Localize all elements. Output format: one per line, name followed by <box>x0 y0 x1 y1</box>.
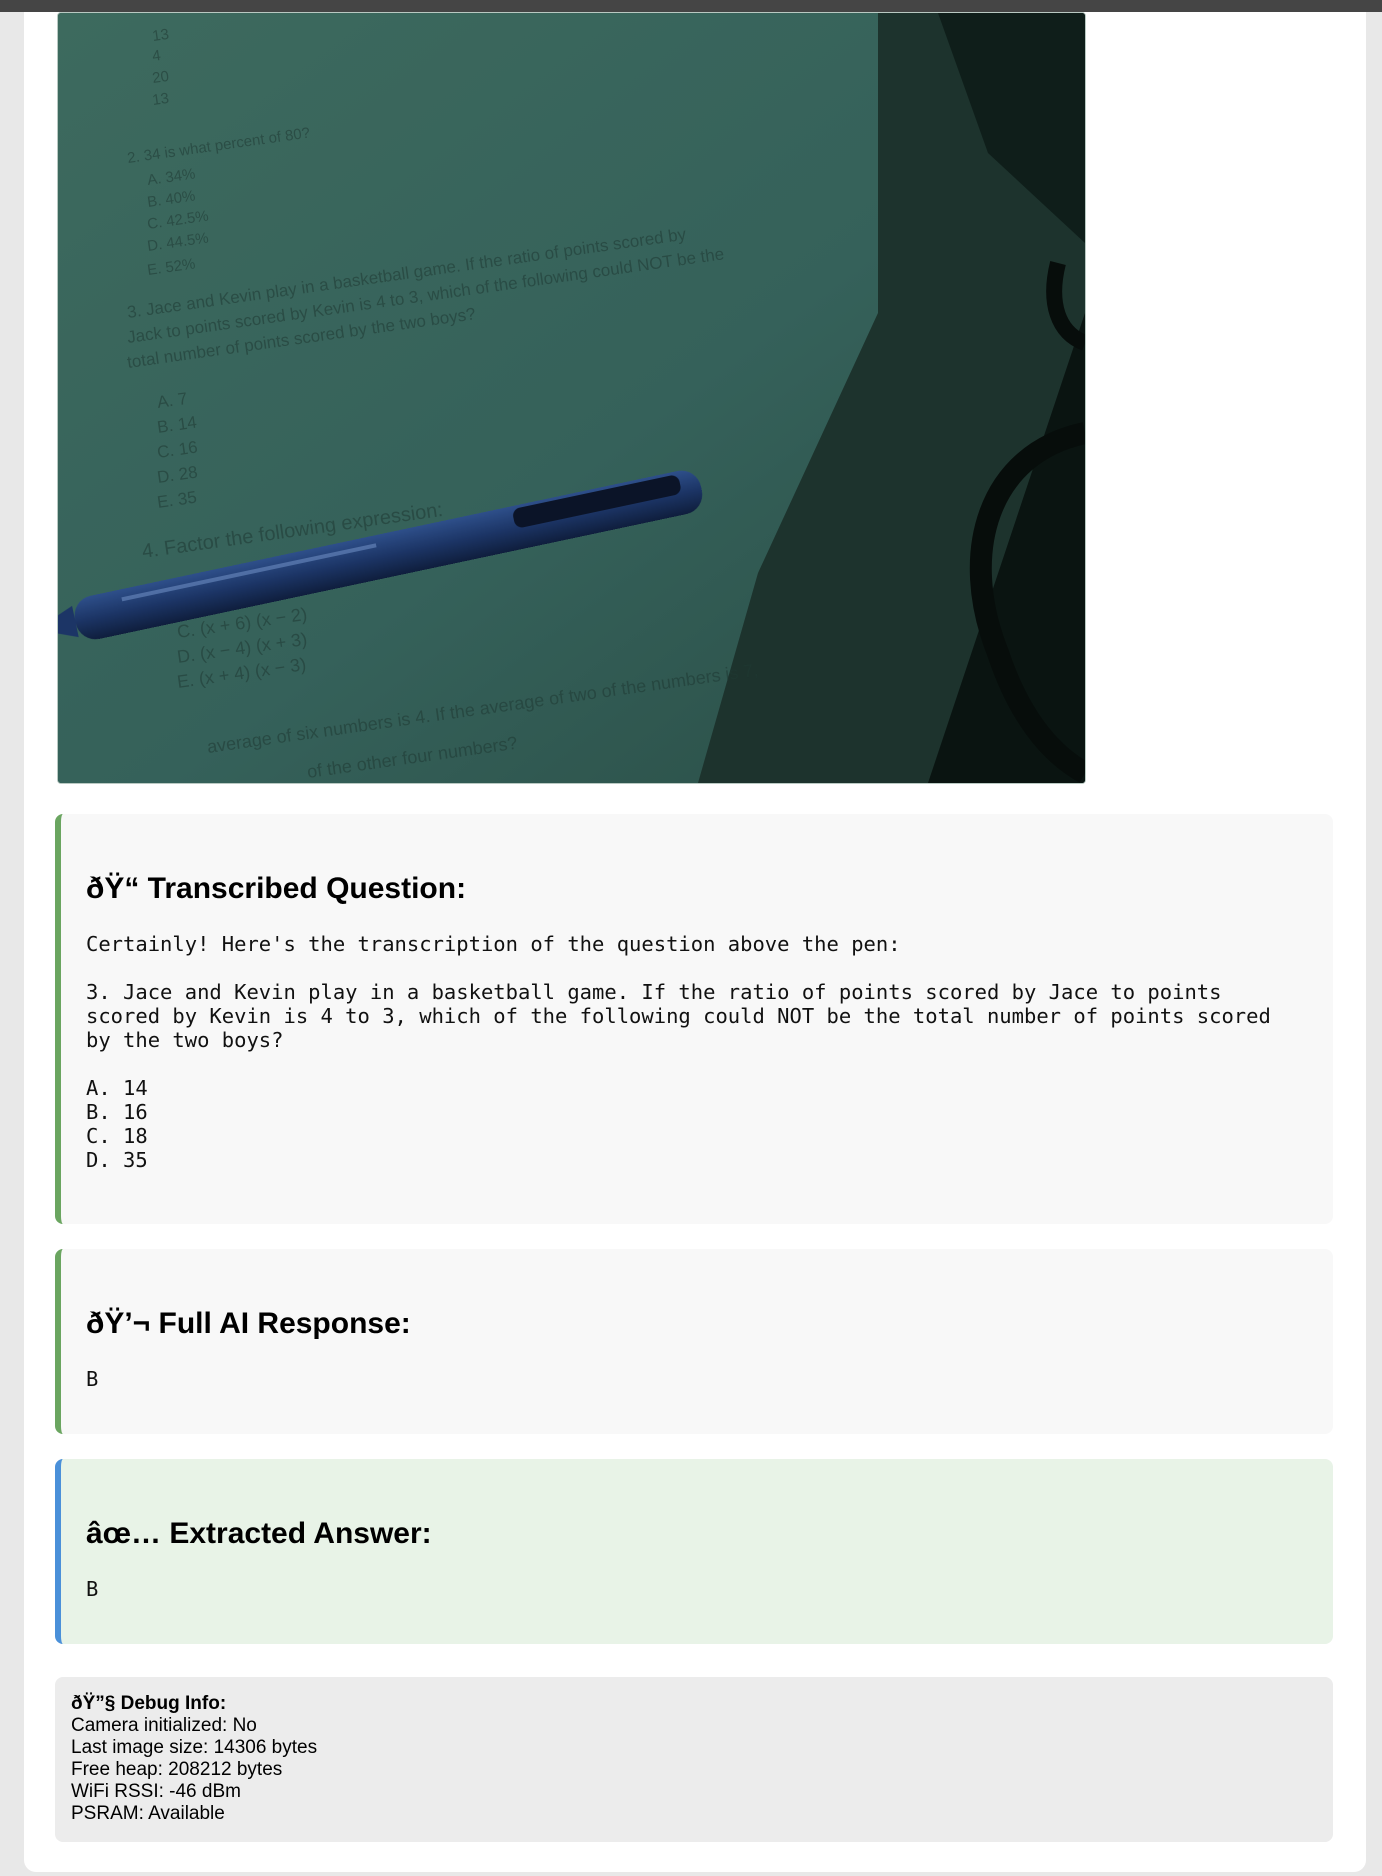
transcribed-question-section: ðŸ“ Transcribed Question: Certainly! Her… <box>55 814 1333 1224</box>
paper-text-line: 13 <box>151 90 170 109</box>
full-ai-response-text: B <box>86 1367 99 1391</box>
page-container: 13 4 20 13 2. 34 is what percent of 80? A. 34… <box>24 12 1366 1872</box>
debug-line-image-size: Last image size: 14306 bytes <box>71 1737 318 1758</box>
debug-line-psram: PSRAM: Available <box>71 1803 225 1824</box>
full-ai-response-section: ðŸ’¬ Full AI Response: B <box>55 1249 1333 1434</box>
extracted-answer-section: âœ… Extracted Answer: B <box>55 1459 1333 1644</box>
paper-text-line: 13 <box>151 26 170 45</box>
transcribed-question-title: ðŸ“ Transcribed Question: <box>86 872 467 905</box>
full-ai-response-title: ðŸ’¬ Full AI Response: <box>86 1307 411 1340</box>
paper-text-line: 20 <box>151 68 170 87</box>
debug-line-free-heap: Free heap: 208212 bytes <box>71 1759 283 1780</box>
window-top-bar <box>0 0 1382 12</box>
camera-photo: 13420132. 34 is what percent of 80?A. 34… <box>58 13 1085 783</box>
extracted-answer-title: âœ… Extracted Answer: <box>86 1517 432 1550</box>
camera-image: 13 4 20 13 2. 34 is what percent of 80? A. 34… <box>57 12 1086 784</box>
debug-info-panel: ðŸ”§ Debug Info: Camera initialized: No … <box>55 1677 1333 1842</box>
debug-line-camera: Camera initialized: No <box>71 1715 257 1736</box>
debug-line-wifi-rssi: WiFi RSSI: -46 dBm <box>71 1781 241 1802</box>
extracted-answer-text: B <box>86 1577 99 1601</box>
transcribed-question-text: Certainly! Here's the transcription of t… <box>86 932 1271 1172</box>
debug-info-title: ðŸ”§ Debug Info: <box>71 1693 227 1714</box>
